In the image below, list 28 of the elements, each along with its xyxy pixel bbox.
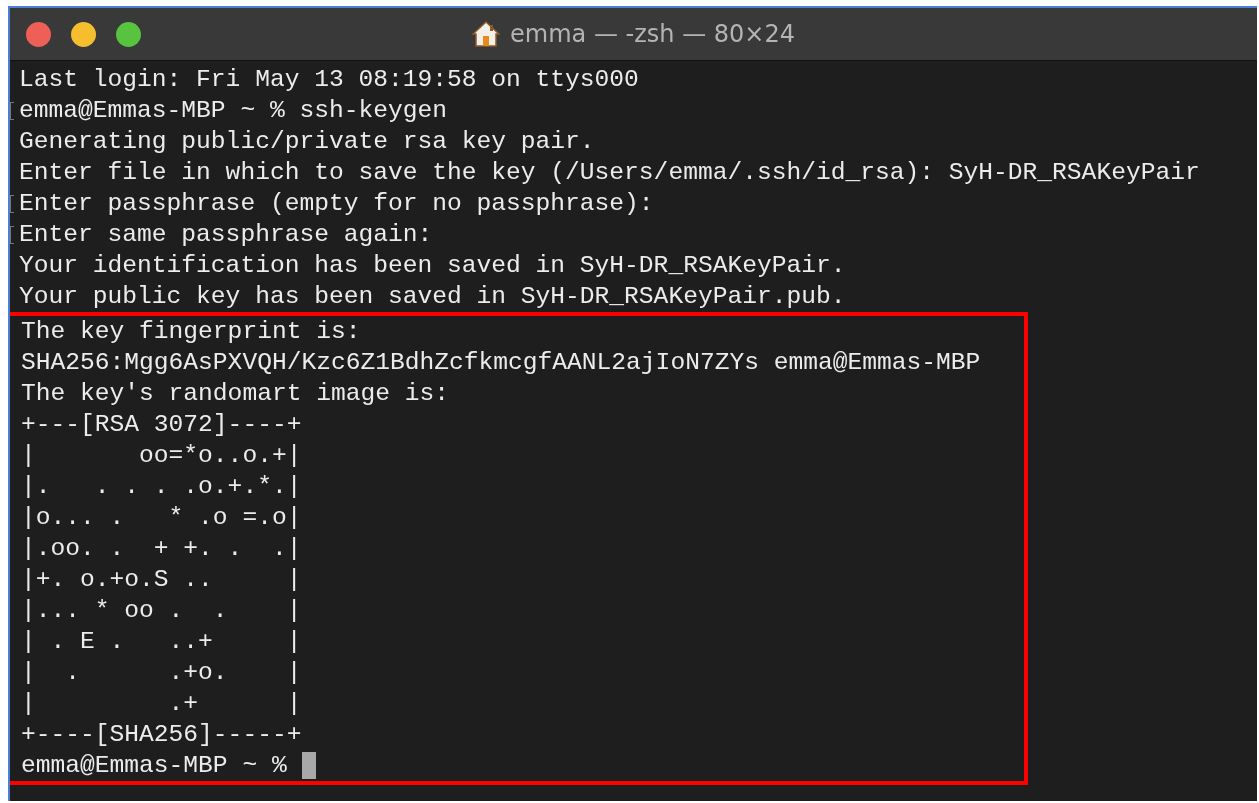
terminal-line: |+. o.+o.S .. | <box>20 565 302 595</box>
shell-prompt: emma@Emmas-MBP ~ % <box>20 751 287 781</box>
minimize-button[interactable] <box>71 21 96 47</box>
terminal-line: +---[RSA 3072]----+ <box>20 410 302 440</box>
terminal-line: |.oo. . + +. . .| <box>20 534 302 564</box>
terminal-line: Generating public/private rsa key pair. <box>18 127 595 157</box>
terminal-line: SHA256:Mgg6AsPXVQH/Kzc6Z1BdhZcfkmcgfAANL2ajIoN7ZYs emma@Emmas-MBP <box>20 348 981 378</box>
terminal-line: | oo=*o..o.+| <box>20 441 302 471</box>
terminal-line: Your public key has been saved in SyH-DR_RSAKeyPair.pub. <box>18 282 846 312</box>
house-icon <box>472 21 501 47</box>
terminal-line: |. . . . .o.+.*.| <box>20 472 302 502</box>
terminal-line: +----[SHA256]-----+ <box>20 720 302 750</box>
terminal-line: Enter passphrase (empty for no passphrase): <box>18 189 654 219</box>
terminal-line: |... * oo . . | <box>20 596 302 626</box>
terminal-line: |o... . * .o =.o| <box>20 503 302 533</box>
terminal-line: Enter same passphrase again: <box>18 220 433 250</box>
terminal-line: Last login: Fri May 13 08:19:58 on ttys000 <box>18 65 639 95</box>
terminal-line: The key fingerprint is: <box>20 317 361 347</box>
terminal-line: | . E . ..+ | <box>20 627 302 657</box>
terminal-line: emma@Emmas-MBP ~ % ssh-keygen <box>18 96 447 126</box>
terminal-line: | . .+o. | <box>20 658 302 688</box>
terminal-line: Enter file in which to save the key (/Users/emma/.ssh/id_rsa): SyH-DR_RSAKeyPair <box>18 158 1200 188</box>
zoom-button[interactable] <box>116 21 141 47</box>
terminal-line: | .+ | <box>20 689 302 719</box>
window-title: emma — -zsh — 80×24 <box>510 20 795 48</box>
terminal-line: The key's randomart image is: <box>20 379 449 409</box>
terminal-line: Your identification has been saved in SyH-DR_RSAKeyPair. <box>18 251 846 281</box>
close-button[interactable] <box>26 21 51 47</box>
